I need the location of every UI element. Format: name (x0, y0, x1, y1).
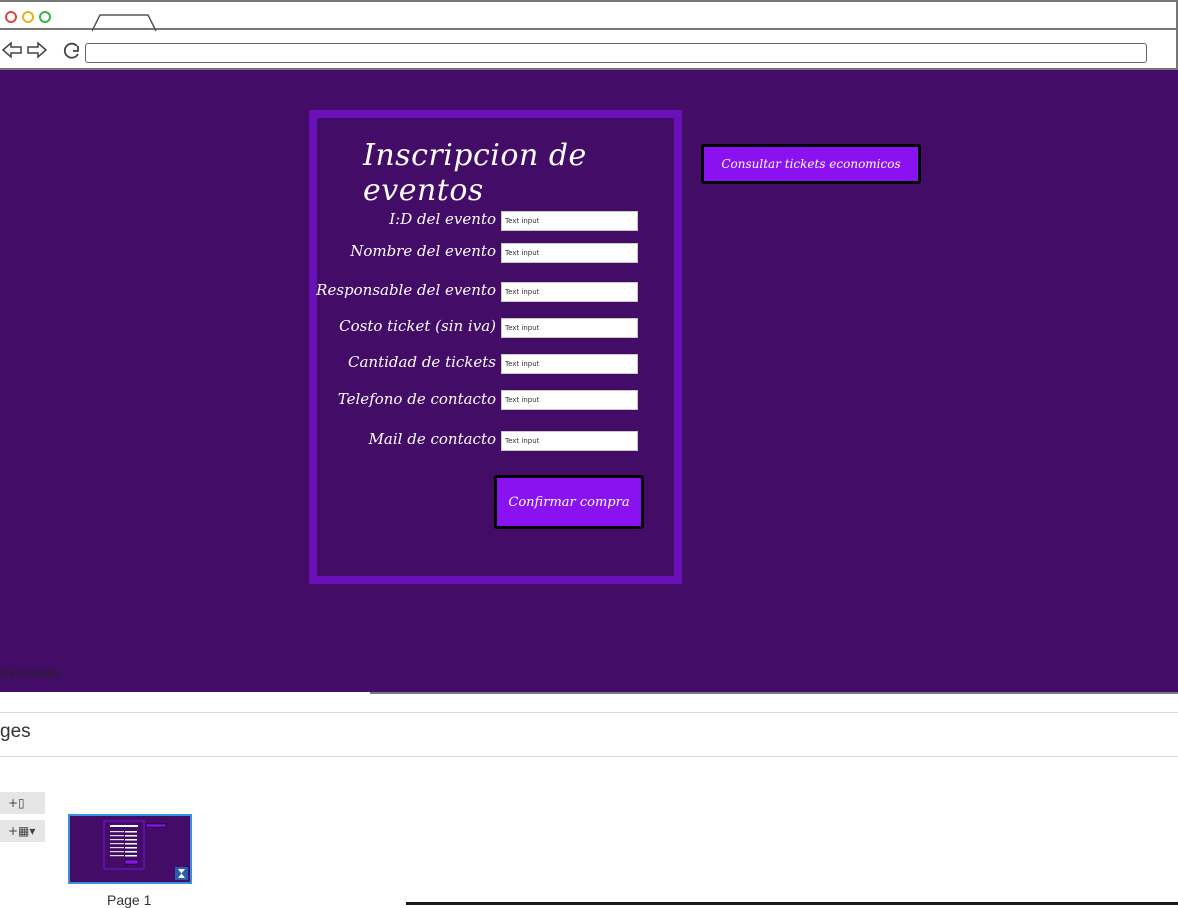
input-ticket-cost[interactable]: Text input (501, 318, 638, 338)
label-contact-mail: Mail de contacto (368, 430, 496, 448)
page-label: Page 1 (107, 892, 152, 908)
pages-panel: ges +▯ +▦▾ Page 1 (0, 692, 1178, 908)
input-event-name[interactable]: Text input (501, 243, 638, 263)
forward-arrow-icon[interactable] (27, 41, 47, 59)
consult-cheap-tickets-button[interactable]: Consultar tickets economicos (701, 144, 921, 184)
label-ticket-cost: Costo ticket (sin iva) (339, 317, 496, 335)
input-ticket-quantity[interactable]: Text input (501, 354, 638, 374)
form-title: Inscripcion de eventos (363, 138, 587, 208)
input-event-id[interactable]: Text input (501, 211, 638, 231)
pages-title: ges (0, 721, 31, 742)
label-contact-phone: Telefono de contacto (337, 390, 496, 408)
label-event-name: Nombre del evento (350, 242, 496, 260)
divider (370, 692, 1178, 694)
maximize-window-button[interactable] (39, 11, 51, 23)
browser-chrome (0, 0, 1178, 70)
add-page-button[interactable]: +▯ (0, 792, 45, 814)
confirm-purchase-button[interactable]: Confirmar compra (494, 475, 644, 529)
page-thumbnail-preview (103, 820, 167, 870)
elements-count: 0 Elements (0, 666, 61, 680)
label-ticket-quantity: Cantidad de tickets (348, 353, 496, 371)
label-event-responsible: Responsable del evento (316, 281, 496, 299)
page-thumbnail[interactable] (68, 814, 192, 884)
back-arrow-icon[interactable] (2, 41, 22, 59)
close-window-button[interactable] (5, 11, 17, 23)
input-event-responsible[interactable]: Text input (501, 282, 638, 302)
add-page-template-button[interactable]: +▦▾ (0, 820, 45, 842)
pages-header: ges (0, 712, 1178, 757)
hourglass-icon (175, 867, 188, 880)
url-field[interactable] (85, 43, 1147, 63)
title-bar (0, 0, 1178, 32)
address-bar-row (0, 30, 1178, 70)
input-contact-mail[interactable]: Text input (501, 431, 638, 451)
input-contact-phone[interactable]: Text input (501, 390, 638, 410)
label-event-id: I:D del evento (389, 210, 496, 228)
mockup-canvas: Inscripcion de eventos I:D del evento Te… (0, 70, 1178, 692)
minimize-window-button[interactable] (22, 11, 34, 23)
reload-icon[interactable] (62, 41, 82, 61)
